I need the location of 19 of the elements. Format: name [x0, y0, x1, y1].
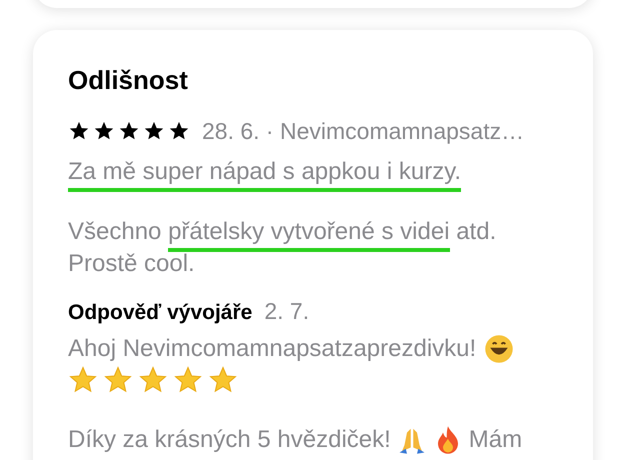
response-date: 2. 7. [264, 298, 310, 325]
smiley-icon [484, 334, 514, 364]
star-icon [103, 365, 133, 395]
response-heading: Odpověď vývojáře [68, 301, 252, 325]
star-icon [118, 120, 140, 142]
star-icon [208, 365, 238, 395]
review-meta: 28. 6. · Nevimcomamnapsatz… [202, 118, 524, 144]
response-text: Ahoj Nevimcomamnapsatzaprezdivku! [68, 334, 476, 364]
star-icon [93, 120, 115, 142]
response-text: Mám [468, 425, 522, 455]
review-title: Odlišnost [68, 64, 188, 96]
star-icon [173, 365, 203, 395]
star-icon [143, 120, 165, 142]
star-icon [168, 120, 190, 142]
review-text: Všechno přátelsky vytvořené s videi atd. Prostě cool. [68, 217, 498, 279]
star-icon [138, 365, 168, 395]
response-text: Díky za krásných 5 hvězdiček! [68, 425, 391, 455]
star-icon [68, 120, 90, 142]
star-icon [68, 365, 98, 395]
